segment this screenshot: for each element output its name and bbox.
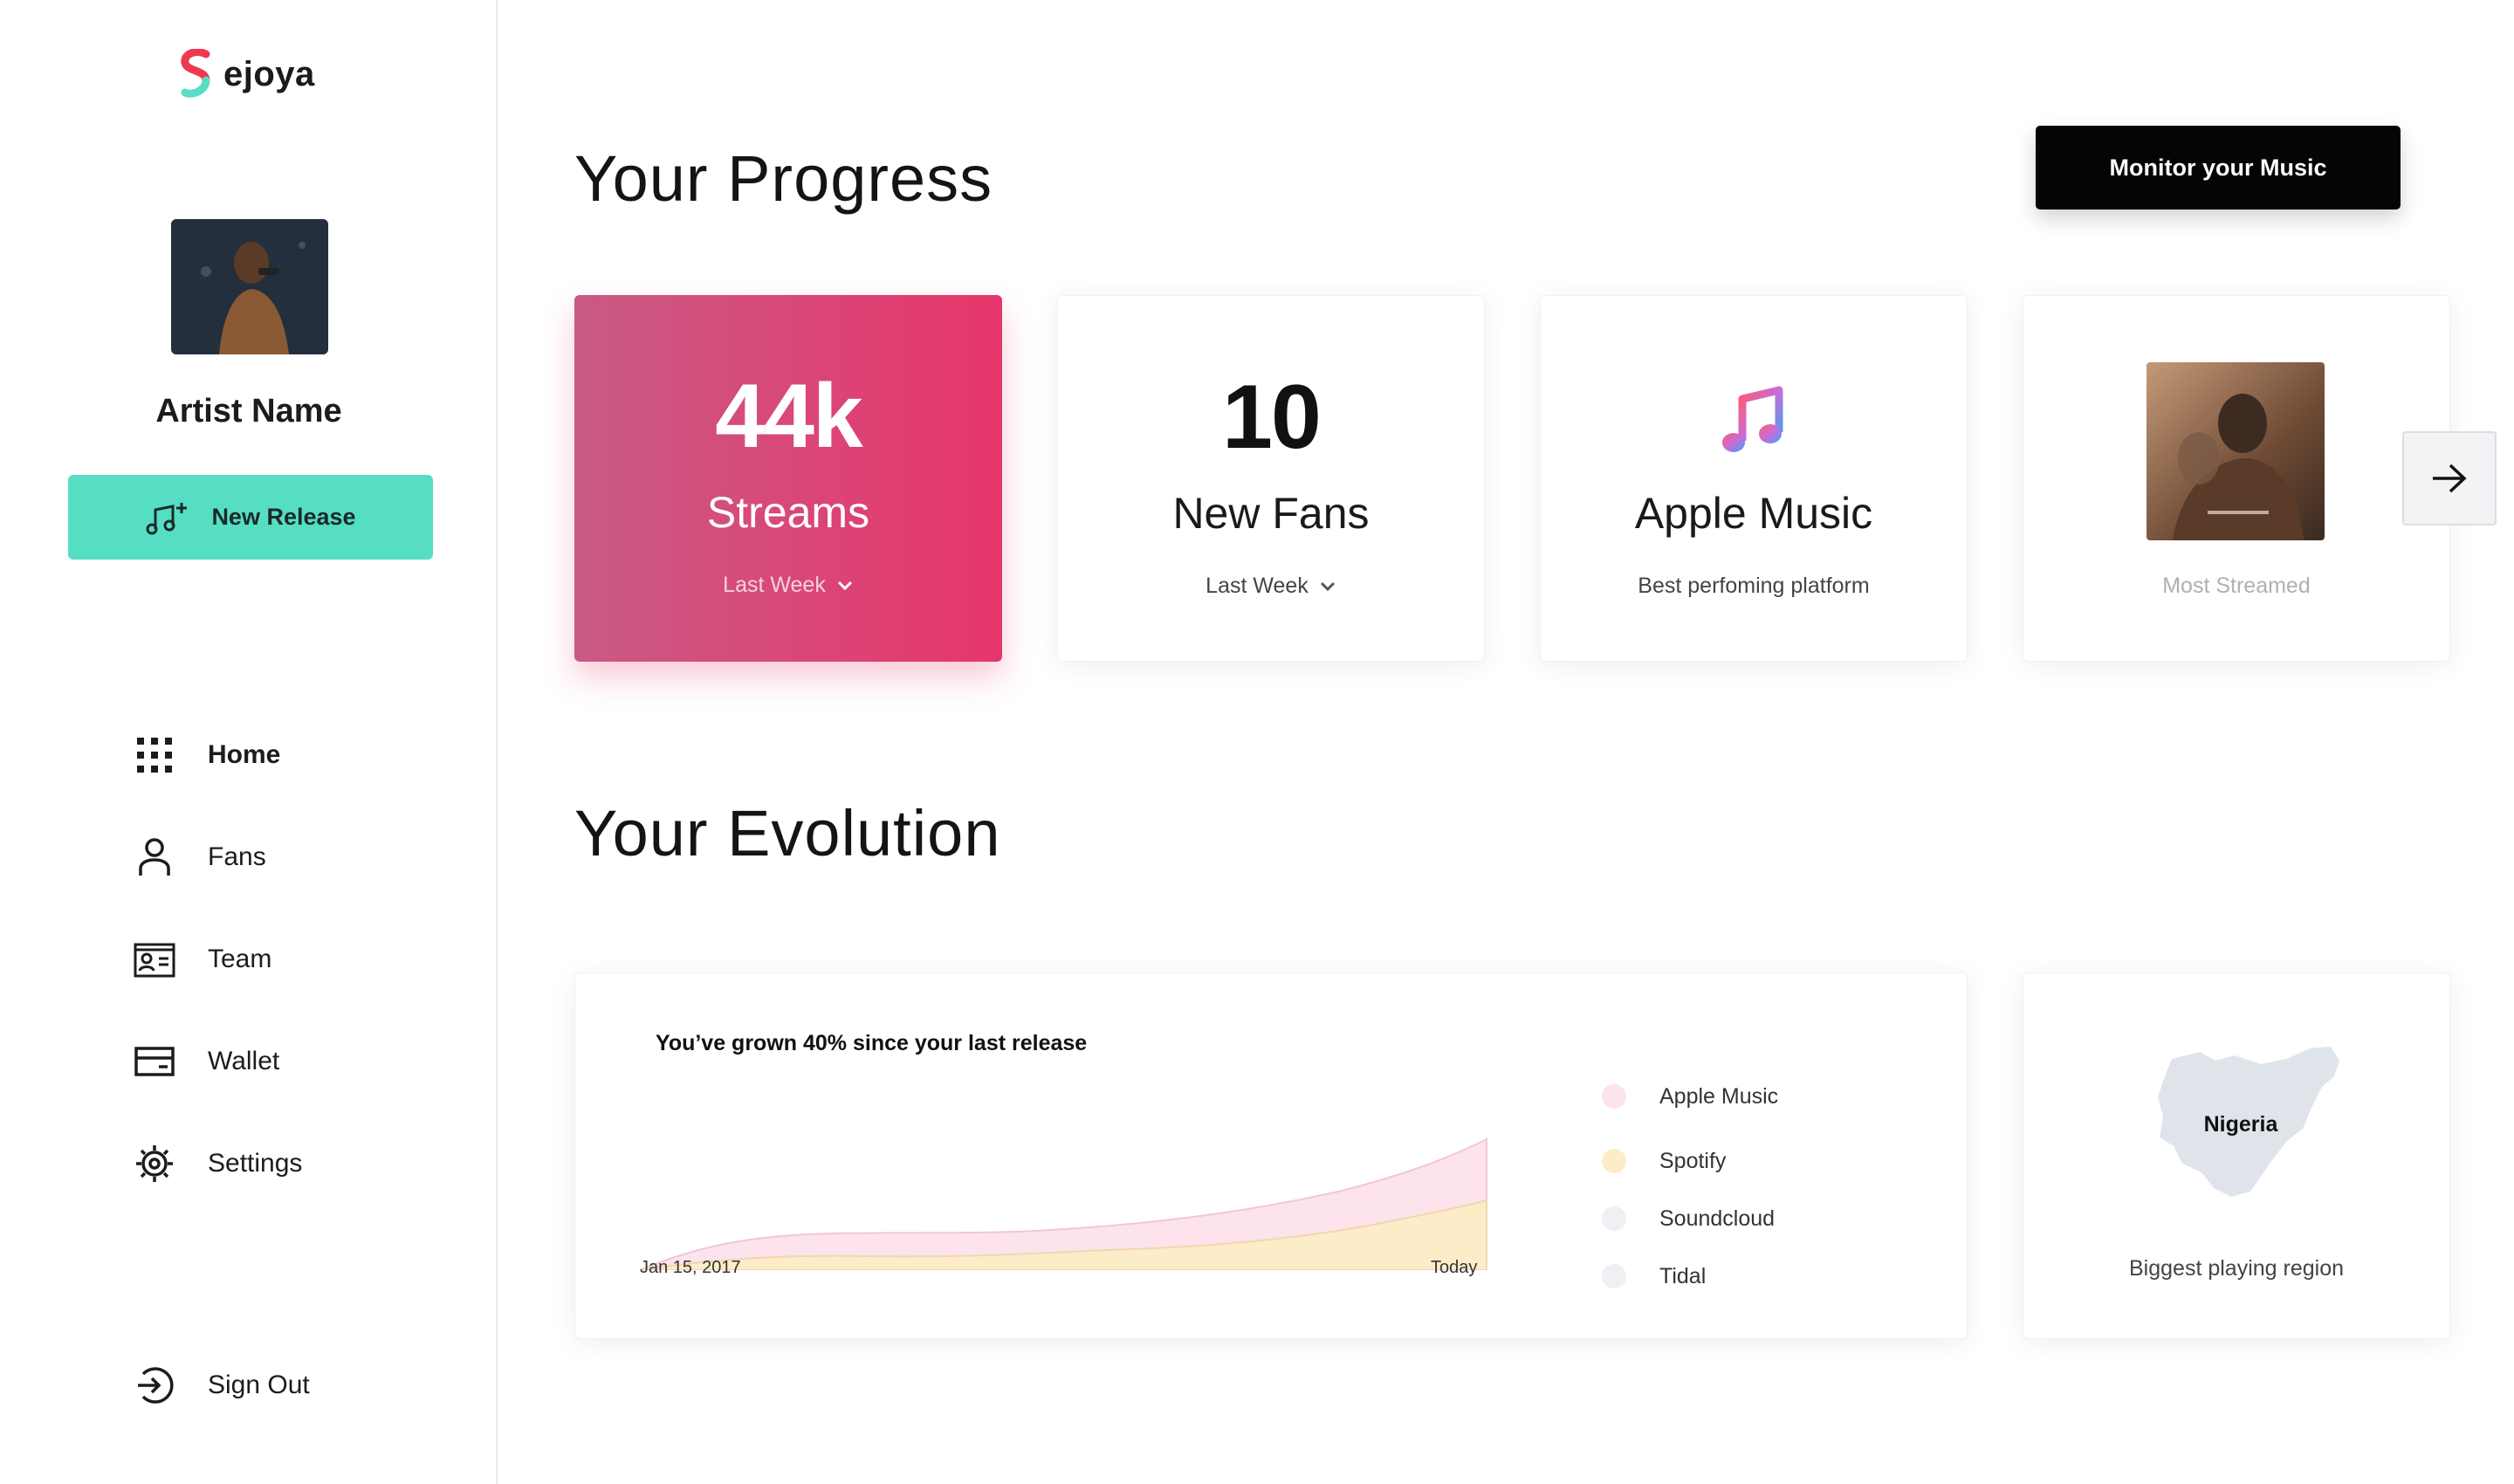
region-card[interactable]: Nigeria Biggest playing region	[2023, 972, 2450, 1339]
chart-legend: Apple Music Spotify Soundcloud Tidal	[1602, 1068, 1778, 1305]
artist-name: Artist Name	[155, 393, 342, 429]
streams-value: 44k	[715, 366, 863, 467]
fans-period-label: Last Week	[1205, 574, 1309, 598]
streams-period-select[interactable]: Last Week	[574, 573, 1002, 598]
id-card-icon	[133, 938, 176, 981]
monitor-music-button[interactable]: Monitor your Music	[2036, 126, 2401, 210]
new-fans-card[interactable]: 10 New Fans Last Week	[1057, 295, 1485, 662]
legend-item[interactable]: Apple Music	[1602, 1068, 1778, 1125]
sign-out-icon	[133, 1364, 176, 1407]
streams-period-label: Last Week	[723, 573, 826, 597]
legend-dot	[1602, 1084, 1626, 1109]
chevron-down-icon	[1320, 581, 1335, 591]
nav-item-home[interactable]: Home	[133, 704, 302, 806]
nav-label-settings: Settings	[208, 1148, 303, 1178]
most-streamed-caption: Most Streamed	[2162, 574, 2311, 598]
brand-name: ejoya	[223, 54, 315, 93]
nav-item-fans[interactable]: Fans	[133, 806, 302, 908]
evolution-title: Your Evolution	[574, 797, 1001, 869]
x-axis-start: Jan 15, 2017	[640, 1258, 741, 1277]
legend-label: Soundcloud	[1659, 1206, 1776, 1231]
legend-item[interactable]: Tidal	[1602, 1247, 1778, 1305]
next-arrow-button[interactable]	[2402, 431, 2497, 526]
sign-out-label: Sign Out	[208, 1371, 310, 1399]
evolution-area-chart	[640, 1137, 1487, 1270]
legend-label: Apple Music	[1659, 1083, 1779, 1109]
best-platform-card[interactable]: Apple Music Best perfoming platform	[1540, 295, 1968, 662]
best-platform-name: Apple Music	[1634, 489, 1873, 538]
wallet-icon	[133, 1040, 176, 1083]
artist-avatar[interactable]	[171, 219, 328, 354]
new-release-button[interactable]: New Release	[68, 475, 433, 560]
new-fans-label: New Fans	[1172, 489, 1370, 538]
nav-label-home: Home	[208, 739, 281, 769]
arrow-right-icon	[2433, 464, 2467, 493]
gear-icon	[133, 1142, 176, 1185]
most-streamed-card[interactable]: Most Streamed	[2023, 295, 2450, 662]
new-fans-value: 10	[1222, 367, 1322, 468]
legend-dot	[1602, 1206, 1626, 1231]
brand-logo[interactable]: ejoya	[180, 49, 315, 100]
region-caption: Biggest playing region	[2129, 1256, 2344, 1281]
legend-label: Tidal	[1659, 1263, 1707, 1288]
sidebar: ejoya Artist Name New Release Home Fans …	[0, 0, 498, 1484]
album-cover[interactable]	[2147, 362, 2325, 540]
streams-label: Streams	[706, 488, 870, 537]
legend-item[interactable]: Spotify	[1602, 1132, 1778, 1190]
new-release-label: New Release	[211, 504, 356, 530]
streams-card[interactable]: 44k Streams Last Week	[574, 295, 1002, 662]
nav-item-wallet[interactable]: Wallet	[133, 1010, 302, 1112]
legend-item[interactable]: Soundcloud	[1602, 1190, 1778, 1247]
chevron-down-icon	[837, 581, 852, 590]
evolution-headline: You’ve grown 40% since your last release	[656, 1031, 1088, 1055]
region-name: Nigeria	[2203, 1112, 2278, 1137]
best-platform-caption: Best perfoming platform	[1638, 574, 1870, 598]
apple-music-icon	[1720, 383, 1789, 457]
music-add-icon	[146, 502, 188, 534]
logo-mark-icon	[181, 49, 210, 98]
legend-dot	[1602, 1149, 1626, 1173]
nav-label-wallet: Wallet	[208, 1046, 280, 1075]
nav-label-team: Team	[208, 944, 272, 973]
legend-dot	[1602, 1264, 1626, 1288]
progress-title: Your Progress	[574, 142, 993, 215]
fans-period-select[interactable]: Last Week	[1058, 574, 1484, 599]
main-nav: Home Fans Team Wallet Settings	[133, 704, 302, 1214]
user-icon	[133, 835, 176, 879]
legend-label: Spotify	[1659, 1148, 1727, 1173]
sign-out-button[interactable]: Sign Out	[133, 1364, 310, 1407]
nav-item-team[interactable]: Team	[133, 908, 302, 1010]
nav-label-fans: Fans	[208, 842, 266, 871]
evolution-card: You’ve grown 40% since your last release…	[574, 972, 1968, 1339]
grid-icon	[133, 733, 176, 777]
x-axis-end: Today	[1431, 1258, 1478, 1277]
nav-item-settings[interactable]: Settings	[133, 1112, 302, 1214]
